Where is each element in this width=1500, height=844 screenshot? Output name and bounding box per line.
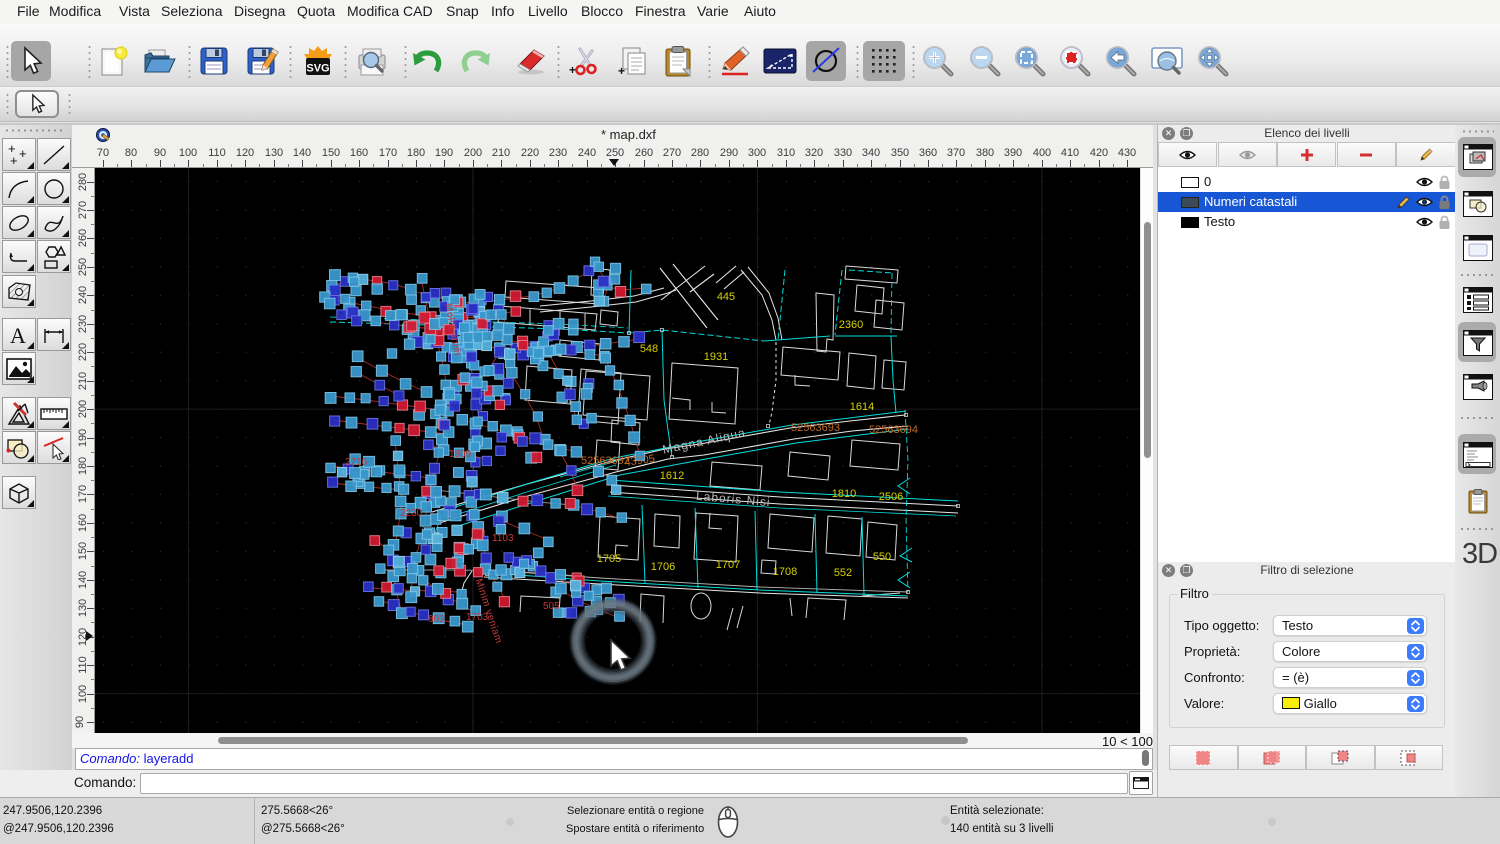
svg-text:1103: 1103: [492, 533, 514, 544]
svg-text:1706: 1706: [651, 561, 675, 573]
svg-text:+: +: [569, 63, 576, 77]
svg-text:1614: 1614: [850, 401, 874, 413]
svg-text:1707: 1707: [716, 559, 740, 571]
svg-text:Magna Aliqua: Magna Aliqua: [661, 425, 747, 456]
svg-text:+: +: [19, 146, 27, 161]
svg-text:2716: 2716: [345, 457, 368, 468]
svg-text:1708: 1708: [773, 566, 797, 578]
svg-text:A: A: [10, 323, 26, 347]
svg-text:+: +: [618, 64, 625, 77]
svg-text:1809: 1809: [449, 449, 472, 460]
svg-text:550: 550: [873, 551, 891, 563]
svg-text:52563692: 52563692: [581, 455, 630, 467]
svg-text:1810: 1810: [832, 488, 856, 500]
svg-text:2360: 2360: [839, 319, 863, 331]
svg-text:903: 903: [428, 614, 445, 625]
svg-text:SVG: SVG: [306, 63, 329, 75]
svg-text:1705: 1705: [597, 553, 621, 565]
svg-text:552: 552: [834, 567, 852, 579]
svg-text:52563693: 52563693: [791, 422, 840, 434]
svg-text:445: 445: [717, 291, 735, 303]
svg-text:548: 548: [640, 343, 658, 355]
svg-text:+: +: [10, 153, 18, 167]
svg-text:1931: 1931: [704, 351, 728, 363]
svg-text:505: 505: [543, 601, 560, 612]
svg-text:52563694: 52563694: [869, 424, 918, 436]
svg-text:1612: 1612: [660, 470, 684, 482]
svg-text:Laboris Nisi: Laboris Nisi: [696, 489, 772, 509]
svg-text:2230: 2230: [400, 508, 423, 519]
svg-text:2506: 2506: [879, 491, 903, 503]
